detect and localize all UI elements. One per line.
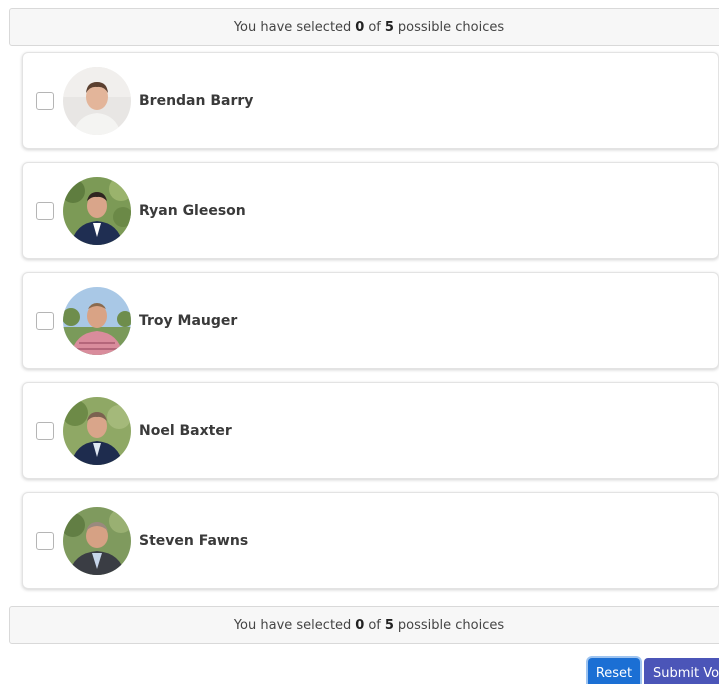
candidate-name: Noel Baxter bbox=[139, 422, 232, 439]
status-suffix: possible choices bbox=[397, 19, 505, 35]
candidate-name: Steven Fawns bbox=[139, 532, 249, 549]
status-suffix: possible choices bbox=[397, 617, 505, 633]
candidate-avatar bbox=[63, 506, 131, 575]
candidate-checkbox[interactable] bbox=[36, 91, 54, 110]
candidate-card[interactable]: Troy Mauger bbox=[22, 272, 719, 369]
candidate-list: Brendan Barry Ryan Gleeson Troy Mauger N… bbox=[22, 52, 719, 602]
candidate-name: Ryan Gleeson bbox=[139, 202, 246, 219]
candidate-avatar bbox=[63, 396, 131, 465]
candidate-avatar bbox=[63, 66, 131, 135]
candidate-avatar bbox=[63, 176, 131, 245]
status-prefix: You have selected bbox=[233, 19, 352, 35]
candidate-checkbox[interactable] bbox=[36, 201, 54, 220]
candidate-name: Brendan Barry bbox=[139, 92, 254, 109]
candidate-card[interactable]: Noel Baxter bbox=[22, 382, 719, 479]
status-total-count: 5 bbox=[384, 617, 394, 633]
status-middle: of bbox=[368, 19, 381, 35]
status-prefix: You have selected bbox=[233, 617, 352, 633]
selection-status-top: You have selected 0 of 5 possible choice… bbox=[9, 8, 719, 46]
status-selected-count: 0 bbox=[355, 617, 365, 633]
candidate-name: Troy Mauger bbox=[139, 312, 238, 329]
candidate-card[interactable]: Ryan Gleeson bbox=[22, 162, 719, 259]
ballot-page: You have selected 0 of 5 possible choice… bbox=[0, 0, 719, 684]
candidate-checkbox[interactable] bbox=[36, 421, 54, 440]
selection-status-bottom: You have selected 0 of 5 possible choice… bbox=[9, 606, 719, 644]
candidate-checkbox[interactable] bbox=[36, 531, 54, 550]
status-total-count: 5 bbox=[384, 19, 394, 35]
candidate-avatar bbox=[63, 286, 131, 355]
submit-vote-button[interactable]: Submit Vote bbox=[644, 658, 719, 684]
candidate-card[interactable]: Brendan Barry bbox=[22, 52, 719, 149]
status-middle: of bbox=[368, 617, 381, 633]
candidate-checkbox[interactable] bbox=[36, 311, 54, 330]
status-selected-count: 0 bbox=[355, 19, 365, 35]
candidate-card[interactable]: Steven Fawns bbox=[22, 492, 719, 589]
reset-button[interactable]: Reset bbox=[588, 658, 640, 684]
